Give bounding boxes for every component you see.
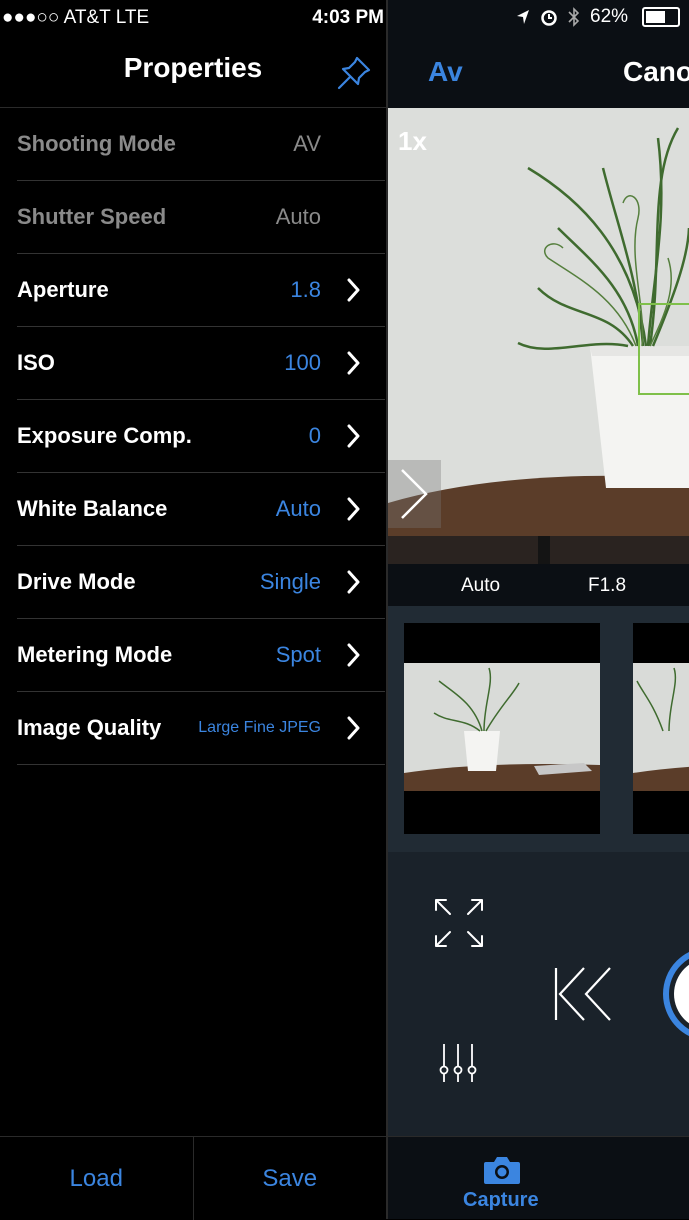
row-value: Single bbox=[259, 569, 321, 594]
row-aperture[interactable]: Aperture 1.8 bbox=[17, 254, 385, 327]
chevron-right-icon bbox=[347, 351, 360, 375]
properties-panel: ●●●○○ AT&T LTE 4:03 PM Properties Shooti… bbox=[0, 0, 386, 1220]
save-button[interactable]: Save bbox=[192, 1137, 387, 1220]
row-label: Aperture bbox=[17, 277, 109, 302]
status-bar-left: ●●●○○ AT&T LTE 4:03 PM bbox=[0, 0, 386, 36]
row-value: 0 bbox=[308, 423, 321, 448]
row-label: White Balance bbox=[17, 496, 168, 521]
row-label: Shutter Speed bbox=[17, 204, 167, 229]
status-time: 4:03 PM bbox=[312, 7, 384, 28]
fullscreen-icon[interactable] bbox=[432, 896, 486, 950]
focus-point[interactable] bbox=[638, 303, 689, 395]
load-button[interactable]: Load bbox=[0, 1137, 193, 1220]
chevron-right-icon bbox=[347, 424, 360, 448]
row-shutter-speed: Shutter Speed Auto bbox=[17, 181, 385, 254]
row-label: Shooting Mode bbox=[17, 131, 176, 156]
bluetooth-icon bbox=[568, 7, 580, 27]
chevron-right-icon bbox=[347, 278, 360, 302]
location-arrow-icon bbox=[517, 10, 529, 24]
row-label: Image Quality bbox=[17, 715, 162, 740]
capture-controls bbox=[388, 852, 689, 1136]
exposure-readout: Auto F1.8 bbox=[388, 564, 689, 606]
status-bar-right: 62% bbox=[388, 0, 689, 36]
row-image-quality[interactable]: Image Quality Large Fine JPEG bbox=[17, 692, 385, 765]
camera-panel: 62% Av Cano 1x Auto F1.8 Capture bbox=[388, 0, 689, 1219]
chevron-right-icon bbox=[347, 570, 360, 594]
zoom-level[interactable]: 1x bbox=[398, 126, 427, 157]
tab-capture[interactable]: Capture bbox=[463, 1189, 539, 1212]
chevron-right-icon bbox=[347, 716, 360, 740]
live-view[interactable]: 1x bbox=[388, 108, 689, 564]
adjustments-icon[interactable] bbox=[438, 1042, 480, 1084]
shooting-mode-label[interactable]: Av bbox=[428, 56, 463, 88]
wb-readout: Auto bbox=[461, 575, 501, 596]
row-value: Auto bbox=[275, 496, 321, 521]
thumbnail[interactable] bbox=[404, 623, 600, 834]
thumbnail-image bbox=[404, 623, 600, 834]
row-exposure-comp[interactable]: Exposure Comp. 0 bbox=[17, 400, 385, 473]
camera-name: Cano bbox=[623, 56, 689, 87]
row-drive-mode[interactable]: Drive Mode Single bbox=[17, 546, 385, 619]
chevron-right-icon bbox=[347, 643, 360, 667]
row-label: Exposure Comp. bbox=[17, 423, 192, 448]
chevron-right-icon bbox=[347, 497, 360, 521]
battery-icon bbox=[642, 7, 681, 27]
battery-percent: 62% bbox=[590, 6, 629, 27]
row-iso[interactable]: ISO 100 bbox=[17, 327, 385, 400]
row-label: ISO bbox=[17, 350, 55, 375]
row-value: Auto bbox=[275, 204, 321, 229]
alarm-icon bbox=[541, 10, 557, 26]
row-metering-mode[interactable]: Metering Mode Spot bbox=[17, 619, 385, 692]
tab-bar: Capture bbox=[388, 1136, 689, 1219]
thumbnail-image bbox=[633, 623, 689, 834]
expand-panel-button[interactable] bbox=[388, 460, 441, 528]
row-label: Metering Mode bbox=[17, 642, 173, 667]
row-white-balance[interactable]: White Balance Auto bbox=[17, 473, 385, 546]
pin-icon[interactable] bbox=[335, 54, 373, 92]
row-shooting-mode: Shooting Mode AV bbox=[17, 108, 385, 181]
camera-header: 62% Av Cano bbox=[388, 0, 689, 108]
carrier-signal: ●●●○○ AT&T LTE bbox=[2, 7, 150, 28]
properties-list: Shooting Mode AV Shutter Speed Auto Aper… bbox=[17, 108, 385, 765]
properties-bottom-bar: Load Save bbox=[0, 1136, 386, 1220]
row-value: Large Fine JPEG bbox=[198, 719, 321, 736]
page-title: Properties bbox=[123, 52, 263, 83]
camera-icon[interactable] bbox=[482, 1154, 522, 1186]
row-value: AV bbox=[293, 131, 321, 156]
row-label: Drive Mode bbox=[17, 569, 136, 594]
thumbnail-strip bbox=[388, 606, 689, 852]
battery-fill bbox=[646, 11, 666, 23]
shutter-button[interactable] bbox=[662, 946, 689, 1042]
row-value: 1.8 bbox=[290, 277, 321, 302]
aperture-readout: F1.8 bbox=[588, 575, 627, 596]
chevron-right-icon bbox=[401, 469, 428, 519]
rewind-icon[interactable] bbox=[552, 966, 614, 1022]
thumbnail[interactable] bbox=[633, 623, 689, 834]
row-value: 100 bbox=[284, 350, 321, 375]
row-value: Spot bbox=[275, 642, 321, 667]
